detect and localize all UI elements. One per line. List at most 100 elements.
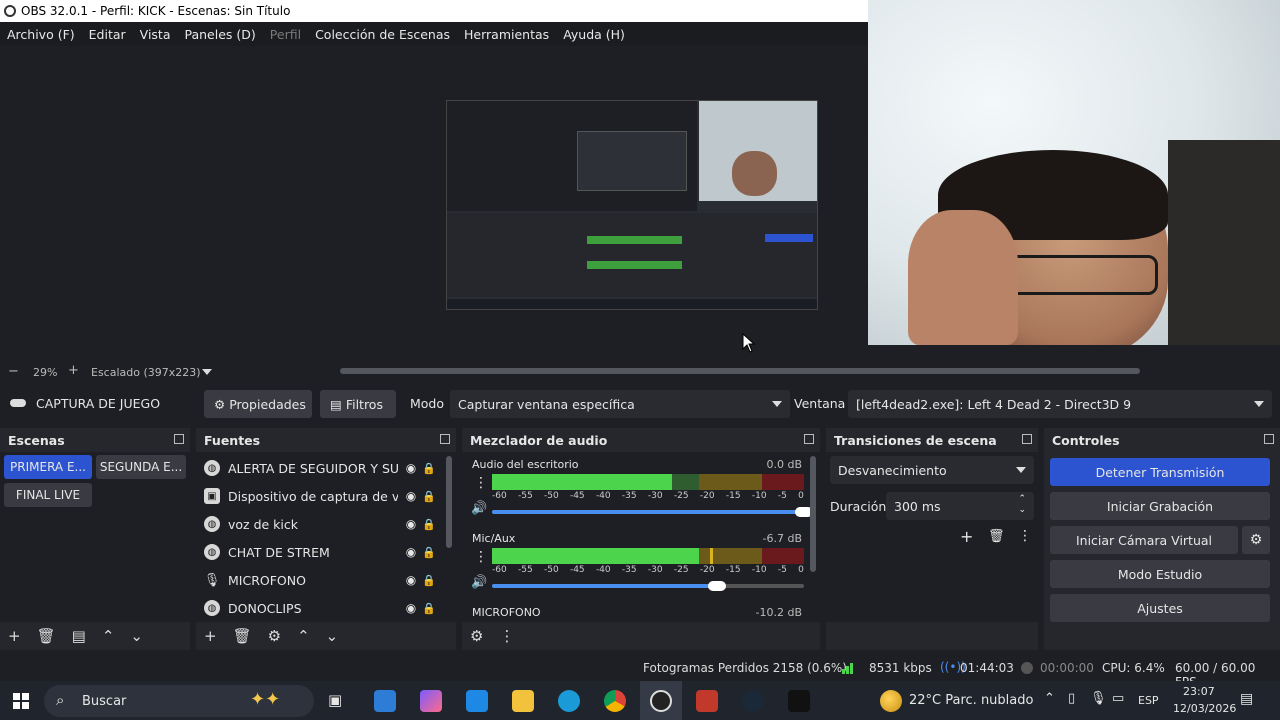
scene-segunda[interactable]: SEGUNDA E... xyxy=(96,455,186,479)
start-recording-button[interactable]: Iniciar Grabación xyxy=(1050,492,1270,520)
lock-icon[interactable]: 🔒 xyxy=(420,518,438,531)
speaker-icon[interactable]: 🔊 xyxy=(471,501,487,516)
clock-date[interactable]: 12/03/2026 xyxy=(1173,702,1236,715)
scene-primera[interactable]: PRIMERA E... xyxy=(4,455,92,479)
properties-button[interactable]: ⚙ Propiedades xyxy=(204,390,312,418)
eye-icon[interactable]: ◉ xyxy=(402,545,420,559)
virtual-camera-settings-icon[interactable]: ⚙ xyxy=(1242,526,1270,554)
notifications-icon[interactable]: ▤ xyxy=(1240,691,1253,707)
tray-app-icon[interactable]: ▯ xyxy=(1068,691,1075,706)
move-down-icon[interactable]: ⌄ xyxy=(130,627,143,645)
lock-icon[interactable]: 🔒 xyxy=(420,546,438,559)
lock-icon[interactable]: 🔒 xyxy=(420,490,438,503)
obs-taskbar-active[interactable] xyxy=(640,681,682,720)
volume-slider[interactable] xyxy=(492,510,804,514)
mixer-menu-icon[interactable]: ⋮ xyxy=(499,627,514,645)
eye-icon[interactable]: ◉ xyxy=(402,461,420,475)
controls-title: Controles xyxy=(1052,433,1120,448)
move-up-icon[interactable]: ⌃ xyxy=(297,627,310,645)
filters-button[interactable]: ▤ Filtros xyxy=(320,390,396,418)
transition-menu-icon[interactable]: ⋮ xyxy=(1018,528,1032,544)
studio-mode-button[interactable]: Modo Estudio xyxy=(1050,560,1270,588)
globe-icon: ◍ xyxy=(204,544,220,560)
menu-ayuda[interactable]: Ayuda (H) xyxy=(563,27,625,42)
steam-icon[interactable] xyxy=(742,690,764,712)
menu-paneles[interactable]: Paneles (D) xyxy=(185,27,256,42)
channel-menu-icon[interactable]: ⋮ xyxy=(474,475,488,491)
menu-archivo[interactable]: Archivo (F) xyxy=(7,27,75,42)
volume-slider[interactable] xyxy=(492,584,804,588)
volume-slider-handle[interactable] xyxy=(707,581,726,591)
scaling-dropdown-icon[interactable] xyxy=(202,369,212,375)
eye-icon[interactable]: ◉ xyxy=(402,601,420,615)
eye-icon[interactable]: ◉ xyxy=(402,489,420,503)
scene-final-live[interactable]: FINAL LIVE xyxy=(4,483,92,507)
chevron-down-icon[interactable]: ⌄ xyxy=(1018,505,1026,515)
remove-scene-icon[interactable]: 🗑 xyxy=(37,627,56,645)
preview-scrollbar[interactable] xyxy=(340,368,1140,374)
scene-filters-icon[interactable]: ▤ xyxy=(72,627,86,645)
chevron-up-icon[interactable]: ⌃ xyxy=(1018,494,1026,504)
source-row[interactable]: ◍ voz de kick ◉ 🔒 xyxy=(200,510,438,538)
add-scene-button[interactable]: + xyxy=(8,627,21,645)
task-view-icon[interactable]: ▣ xyxy=(328,691,342,709)
mode-select[interactable]: Capturar ventana específica xyxy=(450,390,790,418)
chrome-icon[interactable] xyxy=(604,690,626,712)
zoom-in-button[interactable]: + xyxy=(68,363,79,378)
add-source-button[interactable]: + xyxy=(204,627,217,645)
settings-button[interactable]: Ajustes xyxy=(1050,594,1270,622)
virtual-camera-button[interactable]: Iniciar Cámara Virtual xyxy=(1050,526,1238,554)
windows-start-icon[interactable] xyxy=(13,693,29,709)
mixer-scrollbar[interactable] xyxy=(810,456,816,572)
lock-icon[interactable]: 🔒 xyxy=(420,462,438,475)
menu-herramientas[interactable]: Herramientas xyxy=(464,27,549,42)
lock-icon[interactable]: 🔒 xyxy=(420,574,438,587)
store-icon[interactable] xyxy=(466,690,488,712)
weather-text[interactable]: 22°C Parc. nublado xyxy=(909,693,1033,708)
add-transition-button[interactable]: + xyxy=(960,527,973,546)
move-down-icon[interactable]: ⌄ xyxy=(326,627,339,645)
stop-stream-button[interactable]: Detener Transmisión xyxy=(1050,458,1270,486)
lock-icon[interactable]: 🔒 xyxy=(420,602,438,615)
sources-scrollbar[interactable] xyxy=(446,456,452,548)
duration-input[interactable]: 300 ms ⌃ ⌄ xyxy=(886,492,1034,520)
clock-time[interactable]: 23:07 xyxy=(1183,685,1215,698)
copilot-icon[interactable] xyxy=(420,690,442,712)
zoom-bar: − 29% + Escalado (397x223) xyxy=(0,362,1280,382)
remove-transition-icon[interactable]: 🗑 xyxy=(988,529,1005,544)
source-row[interactable]: ◍ DONOCLIPS ◉ 🔒 xyxy=(200,594,438,622)
eye-icon[interactable]: ◉ xyxy=(402,517,420,531)
tiktok-icon[interactable] xyxy=(788,690,810,712)
language-indicator[interactable]: ESP xyxy=(1138,694,1159,707)
file-explorer-icon[interactable] xyxy=(512,690,534,712)
menu-coleccion-escenas[interactable]: Colección de Escenas xyxy=(315,27,450,42)
edge-icon[interactable] xyxy=(558,690,580,712)
window-select[interactable]: [left4dead2.exe]: Left 4 Dead 2 - Direct… xyxy=(848,390,1272,418)
taskbar-search[interactable]: ⌕ Buscar ✦✦ xyxy=(44,685,314,717)
dock-float-icon[interactable] xyxy=(440,434,450,444)
source-settings-icon[interactable]: ⚙ xyxy=(268,627,281,645)
zoom-out-button[interactable]: − xyxy=(8,364,19,379)
dock-float-icon[interactable] xyxy=(174,434,184,444)
mic-tray-icon[interactable]: 🎙 xyxy=(1090,691,1107,706)
eye-icon[interactable]: ◉ xyxy=(402,573,420,587)
outlook-icon[interactable] xyxy=(374,690,396,712)
menu-editar[interactable]: Editar xyxy=(89,27,126,42)
source-row[interactable]: ▣ Dispositivo de captura de víde ◉🔒 xyxy=(200,482,438,510)
speaker-icon[interactable]: 🔊 xyxy=(471,575,487,590)
dock-float-icon[interactable] xyxy=(1264,434,1274,444)
dock-float-icon[interactable] xyxy=(1022,434,1032,444)
left4dead-icon[interactable] xyxy=(696,690,718,712)
network-icon[interactable]: ▭ xyxy=(1112,691,1124,706)
dock-float-icon[interactable] xyxy=(804,434,814,444)
channel-menu-icon[interactable]: ⋮ xyxy=(474,549,488,565)
source-row[interactable]: ◍ CHAT DE STREM ◉ 🔒 xyxy=(200,538,438,566)
transition-select[interactable]: Desvanecimiento xyxy=(830,456,1034,484)
remove-source-icon[interactable]: 🗑 xyxy=(233,627,252,645)
advanced-audio-icon[interactable]: ⚙ xyxy=(470,627,483,645)
menu-vista[interactable]: Vista xyxy=(140,27,171,42)
source-row[interactable]: ◍ ALERTA DE SEGUIDOR Y SUSC ◉ 🔒 xyxy=(200,454,438,482)
source-row[interactable]: 🎙 MICROFONO ◉ 🔒 xyxy=(200,566,438,594)
chevron-up-icon[interactable]: ⌃ xyxy=(1044,691,1055,706)
move-up-icon[interactable]: ⌃ xyxy=(102,627,115,645)
